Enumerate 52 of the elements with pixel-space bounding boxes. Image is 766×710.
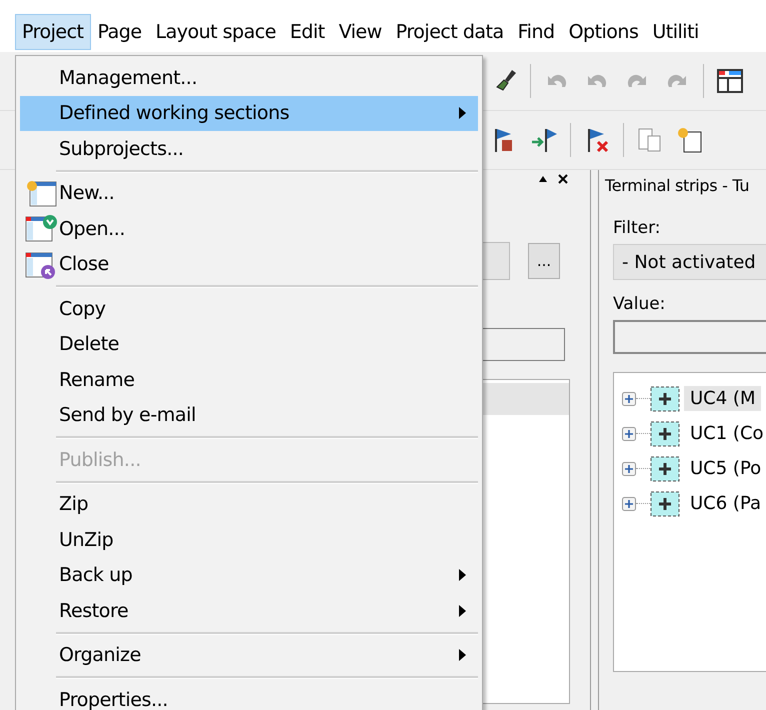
menu-item[interactable]: Defined working sections [20,96,478,131]
menu-item[interactable]: Back up [20,558,478,593]
menu-bar-item[interactable]: Find [510,14,562,50]
menu-bar-item[interactable]: Utiliti [645,14,706,50]
table-icon[interactable] [716,67,744,95]
menu-item[interactable]: Restore [20,593,478,628]
menu-item[interactable]: Delete [20,326,478,362]
expand-icon[interactable] [622,462,636,476]
menu-bar-item[interactable]: Layout space [148,14,283,50]
value-field[interactable] [613,320,766,354]
flag-arrow-icon[interactable] [530,126,558,154]
terminal-strip-icon [650,490,680,516]
expand-icon[interactable] [622,496,636,510]
tree-item[interactable]: UC1 (Co [684,421,766,446]
filter-label: Filter: [613,218,661,238]
menu-item[interactable]: Open... [20,211,478,246]
menu-bar-item[interactable]: View [332,14,389,50]
submenu-arrow-icon [459,107,466,120]
menu-bar-item[interactable]: Project [15,14,91,50]
menu-item[interactable]: New... [20,176,478,211]
terminal-strip-icon [650,456,680,482]
menu-item[interactable]: Subprojects... [20,131,478,166]
menu-item[interactable]: Rename [20,362,478,398]
browse-button[interactable]: ... [528,243,560,279]
menu-bar-item[interactable]: Options [562,14,646,50]
tree-item[interactable]: UC4 (M [684,386,762,411]
menu-item[interactable]: Properties... [20,682,478,710]
menu-item[interactable]: Zip [20,486,478,522]
submenu-arrow-icon [459,604,466,617]
expand-icon[interactable] [622,392,636,406]
panel-title: Terminal strips - Tu [604,175,750,197]
terminal-strip-icon [650,386,680,412]
terminal-strip-icon [650,420,680,446]
menu-bar-item[interactable]: Page [90,14,149,50]
submenu-arrow-icon [459,649,466,662]
tree-item[interactable]: UC5 (Po [684,456,766,481]
menu-bar-item[interactable]: Project data [388,14,511,50]
value-label: Value: [613,294,666,314]
tree-item[interactable]: UC6 (Pa [684,491,766,516]
menu-item[interactable]: UnZip [20,522,478,558]
menu-bar-item[interactable]: Edit [282,14,332,50]
submenu-arrow-icon [459,569,466,582]
menu-item[interactable]: Send by e-mail [20,398,478,433]
close-icon[interactable] [558,174,568,184]
menu-item[interactable]: Copy [20,291,478,326]
expand-icon[interactable] [622,426,636,440]
menu-item[interactable]: Organize [20,638,478,673]
menu-item[interactable]: Management... [20,60,478,96]
menu-item[interactable]: Close [20,246,478,282]
new-document-icon[interactable] [676,126,704,154]
filter-dropdown[interactable]: - Not activated [613,244,766,280]
open-project-icon [24,213,58,243]
